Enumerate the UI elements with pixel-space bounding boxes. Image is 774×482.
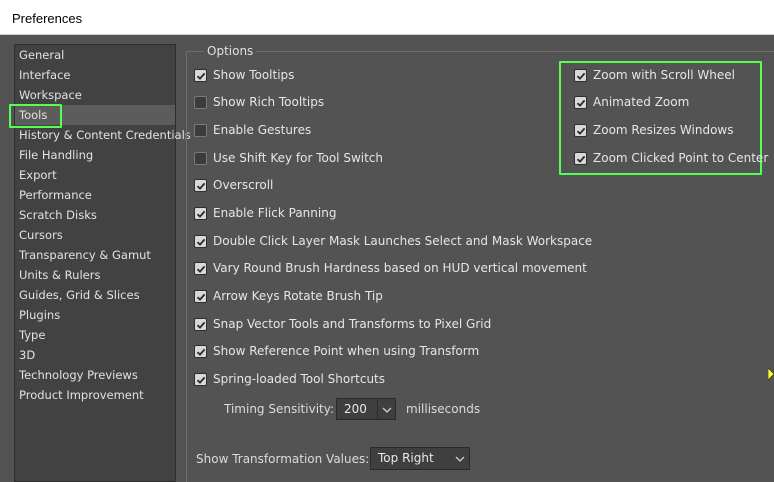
show-reference-point-checkbox[interactable]: Show Reference Point when using Transfor… bbox=[194, 342, 479, 360]
milliseconds-unit-label: milliseconds bbox=[406, 402, 481, 416]
arrow-keys-rotate-brush-checkbox[interactable]: Arrow Keys Rotate Brush Tip bbox=[194, 287, 383, 305]
checkbox-label: Enable Flick Panning bbox=[213, 206, 337, 220]
sidebar-item-cursors[interactable]: Cursors bbox=[15, 225, 175, 245]
sidebar-item-general[interactable]: General bbox=[15, 45, 175, 65]
transformation-values-selected: Top Right bbox=[378, 451, 434, 465]
checkbox-checked-icon bbox=[194, 261, 207, 275]
sidebar-item-history-content-credentials[interactable]: History & Content Credentials bbox=[15, 125, 191, 145]
checkbox-checked-icon bbox=[194, 344, 207, 358]
checkbox-unchecked-icon bbox=[194, 123, 207, 137]
checkbox-checked-icon bbox=[194, 234, 207, 248]
enable-flick-panning-checkbox[interactable]: Enable Flick Panning bbox=[194, 204, 336, 222]
spring-loaded-tool-shortcuts-checkbox[interactable]: Spring-loaded Tool Shortcuts bbox=[194, 370, 385, 388]
checkbox-label: Show Tooltips bbox=[213, 68, 295, 82]
checkbox-label: Zoom Resizes Windows bbox=[593, 123, 734, 137]
checkbox-checked-icon bbox=[574, 95, 587, 109]
checkbox-checked-icon bbox=[194, 68, 207, 82]
sidebar-item-plugins[interactable]: Plugins bbox=[15, 305, 175, 325]
overscroll-checkbox[interactable]: Overscroll bbox=[194, 176, 273, 194]
show-rich-tooltips-checkbox[interactable]: Show Rich Tooltips bbox=[194, 93, 324, 111]
title-bar: Preferences bbox=[0, 0, 774, 35]
checkbox-checked-icon bbox=[574, 68, 587, 82]
chevron-down-icon[interactable] bbox=[451, 448, 469, 469]
checkbox-label: Vary Round Brush Hardness based on HUD v… bbox=[213, 261, 587, 275]
sidebar-item-technology-previews[interactable]: Technology Previews bbox=[15, 365, 175, 385]
sidebar-item-workspace[interactable]: Workspace bbox=[15, 85, 175, 105]
sidebar-item-file-handling[interactable]: File Handling bbox=[15, 145, 175, 165]
preferences-sidebar: General Interface Workspace Tools Histor… bbox=[9, 44, 191, 482]
checkbox-label: Zoom Clicked Point to Center bbox=[593, 151, 769, 165]
transformation-values-dropdown[interactable]: Top Right bbox=[370, 447, 470, 470]
sidebar-item-guides-grid-slices[interactable]: Guides, Grid & Slices bbox=[15, 285, 175, 305]
checkbox-checked-icon bbox=[194, 289, 207, 303]
checkbox-label: Zoom with Scroll Wheel bbox=[593, 68, 735, 82]
checkbox-checked-icon bbox=[194, 178, 207, 192]
show-transformation-values-label: Show Transformation Values: bbox=[196, 452, 370, 466]
checkbox-unchecked-icon bbox=[194, 151, 207, 165]
checkbox-label: Use Shift Key for Tool Switch bbox=[213, 151, 384, 165]
snap-vector-tools-checkbox[interactable]: Snap Vector Tools and Transforms to Pixe… bbox=[194, 315, 491, 333]
zoom-clicked-point-to-center-checkbox[interactable]: Zoom Clicked Point to Center bbox=[574, 149, 768, 167]
sidebar-item-product-improvement[interactable]: Product Improvement bbox=[15, 385, 175, 405]
sidebar-item-units-rulers[interactable]: Units & Rulers bbox=[15, 265, 175, 285]
checkbox-checked-icon bbox=[574, 151, 587, 165]
tools-highlight-box bbox=[9, 104, 62, 128]
zoom-resizes-windows-checkbox[interactable]: Zoom Resizes Windows bbox=[574, 121, 734, 139]
timing-sensitivity-value: 200 bbox=[344, 402, 367, 416]
use-shift-key-checkbox[interactable]: Use Shift Key for Tool Switch bbox=[194, 149, 383, 167]
show-tooltips-checkbox[interactable]: Show Tooltips bbox=[194, 66, 294, 84]
vary-round-brush-hardness-checkbox[interactable]: Vary Round Brush Hardness based on HUD v… bbox=[194, 259, 587, 277]
animated-zoom-checkbox[interactable]: Animated Zoom bbox=[574, 93, 689, 111]
checkbox-label: Arrow Keys Rotate Brush Tip bbox=[213, 289, 383, 303]
checkbox-label: Overscroll bbox=[213, 178, 274, 192]
checkbox-label: Show Rich Tooltips bbox=[213, 95, 325, 109]
enable-gestures-checkbox[interactable]: Enable Gestures bbox=[194, 121, 311, 139]
sidebar-item-scratch-disks[interactable]: Scratch Disks bbox=[15, 205, 175, 225]
sidebar-item-export[interactable]: Export bbox=[15, 165, 175, 185]
sidebar-item-performance[interactable]: Performance bbox=[15, 185, 175, 205]
mouse-cursor-icon bbox=[768, 368, 774, 381]
timing-sensitivity-label: Timing Sensitivity: bbox=[224, 402, 334, 416]
sidebar-item-transparency-gamut[interactable]: Transparency & Gamut bbox=[15, 245, 175, 265]
checkbox-checked-icon bbox=[194, 372, 207, 386]
checkbox-label: Double Click Layer Mask Launches Select … bbox=[213, 234, 593, 248]
zoom-with-scroll-wheel-checkbox[interactable]: Zoom with Scroll Wheel bbox=[574, 66, 735, 84]
sidebar-item-3d[interactable]: 3D bbox=[15, 345, 175, 365]
sidebar-item-interface[interactable]: Interface bbox=[15, 65, 175, 85]
window-title: Preferences bbox=[12, 11, 83, 26]
checkbox-label: Spring-loaded Tool Shortcuts bbox=[213, 372, 386, 386]
checkbox-label: Show Reference Point when using Transfor… bbox=[213, 344, 480, 358]
timing-sensitivity-combo[interactable]: 200 bbox=[336, 398, 396, 420]
chevron-down-icon[interactable] bbox=[377, 399, 395, 419]
checkbox-unchecked-icon bbox=[194, 95, 207, 109]
checkbox-label: Animated Zoom bbox=[593, 95, 690, 109]
checkbox-checked-icon bbox=[194, 317, 207, 331]
checkbox-label: Enable Gestures bbox=[213, 123, 312, 137]
checkbox-checked-icon bbox=[194, 206, 207, 220]
checkbox-checked-icon bbox=[574, 123, 587, 137]
sidebar-item-type[interactable]: Type bbox=[15, 325, 175, 345]
double-click-layer-mask-checkbox[interactable]: Double Click Layer Mask Launches Select … bbox=[194, 232, 592, 250]
checkbox-label: Snap Vector Tools and Transforms to Pixe… bbox=[213, 317, 492, 331]
options-group-label: Options bbox=[204, 44, 257, 58]
